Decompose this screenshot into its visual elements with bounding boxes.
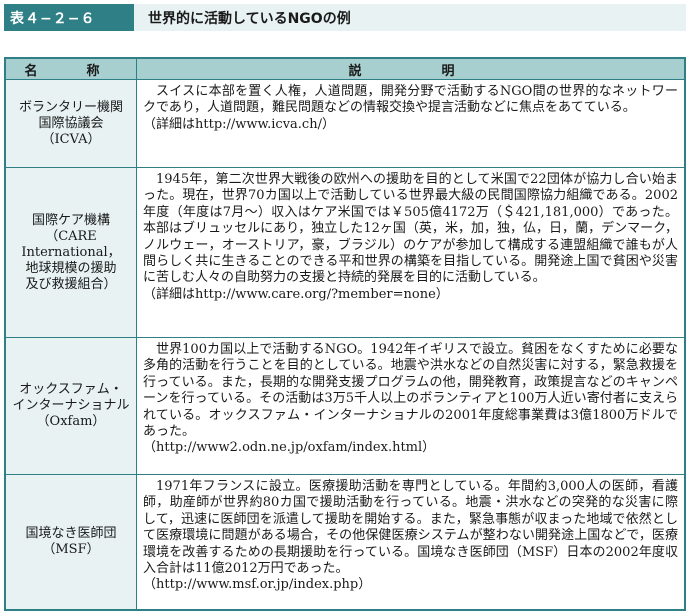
org-name-line: 国際ケア機構	[31, 212, 110, 228]
org-name-line: （ICVA）	[41, 131, 101, 147]
org-reference-url: （http://www2.odn.ne.jp/oxfam/index.html）	[143, 440, 436, 456]
org-description-cell: 1971年フランスに設立。医療援助活動を専門としている。年間約3,000人の医師…	[136, 474, 685, 610]
org-name-cell: 国境なき医師団 （MSF）	[5, 474, 137, 610]
org-description-cell: 世界100カ国以上で活動するNGO。1942年イギリスで設立。貧困をなくすために…	[136, 337, 685, 475]
org-name-line: インターナショナル	[12, 398, 130, 413]
org-description-cell: スイスに本部を置く人権，人道問題，開発分野で活動するNGO間の世界的なネットワー…	[136, 79, 685, 168]
ngo-table: 名 称 説 明 ボランタリー機関 国際協議会 （ICVA） スイスに本部を置く人…	[4, 57, 686, 611]
table-row: ボランタリー機関 国際協議会 （ICVA） スイスに本部を置く人権，人道問題，開…	[5, 79, 685, 168]
org-reference-url: （詳細はhttp://www.care.org/?member=none）	[143, 286, 449, 302]
org-name-line: 国際協議会	[38, 115, 104, 131]
org-description: 世界100カ国以上で活動するNGO。1942年イギリスで設立。貧困をなくすために…	[143, 342, 678, 440]
org-name-line: 及び救援組合）	[25, 276, 117, 292]
org-reference-url: （http://www.msf.or.jp/index.php）	[143, 577, 372, 593]
table-title: 世界的に活動しているNGOの例	[134, 4, 686, 31]
org-name-line: （MSF）	[42, 542, 100, 557]
org-name-line: ボランタリー機関	[18, 99, 123, 115]
org-description: スイスに本部を置く人権，人道問題，開発分野で活動するNGO間の世界的なネットワー…	[143, 84, 678, 116]
table-header-row: 名 称 説 明	[5, 58, 685, 80]
org-reference-url: （詳細はhttp://www.icva.ch/）	[143, 116, 335, 132]
column-header-description: 説 明	[136, 58, 685, 80]
column-header-name: 名 称	[5, 58, 137, 80]
org-name-cell: ボランタリー機関 国際協議会 （ICVA）	[5, 79, 137, 168]
table-row: オックスファム・ インターナショナル （Oxfam） 世界100カ国以上で活動す…	[5, 337, 685, 475]
org-name-cell: 国際ケア機構 （CARE International， 地球規模の援助 及び救援…	[5, 167, 137, 338]
org-name-cell: オックスファム・ インターナショナル （Oxfam）	[5, 337, 137, 475]
org-description-cell: 1945年，第二次世界大戦後の欧州への援助を目的として米国で22団体が協力し合い…	[136, 167, 685, 338]
org-name-line: オックスファム・	[19, 382, 123, 397]
table-row: 国境なき医師団 （MSF） 1971年フランスに設立。医療援助活動を専門としてい…	[5, 474, 685, 610]
org-name-line: 地球規模の援助	[25, 260, 117, 276]
org-description: 1971年フランスに設立。医療援助活動を専門としている。年間約3,000人の医師…	[143, 479, 678, 577]
org-name-line: International，	[21, 244, 121, 260]
table-number: 表４−２−６	[4, 4, 134, 31]
org-name-line: （CARE	[45, 228, 97, 244]
org-description: 1945年，第二次世界大戦後の欧州への援助を目的として米国で22団体が協力し合い…	[143, 172, 678, 286]
org-name-line: 国境なき医師団	[25, 526, 117, 541]
org-name-line: （Oxfam）	[36, 414, 106, 429]
table-title-bar: 表４−２−６ 世界的に活動しているNGOの例	[4, 4, 686, 31]
table-row: 国際ケア機構 （CARE International， 地球規模の援助 及び救援…	[5, 167, 685, 338]
